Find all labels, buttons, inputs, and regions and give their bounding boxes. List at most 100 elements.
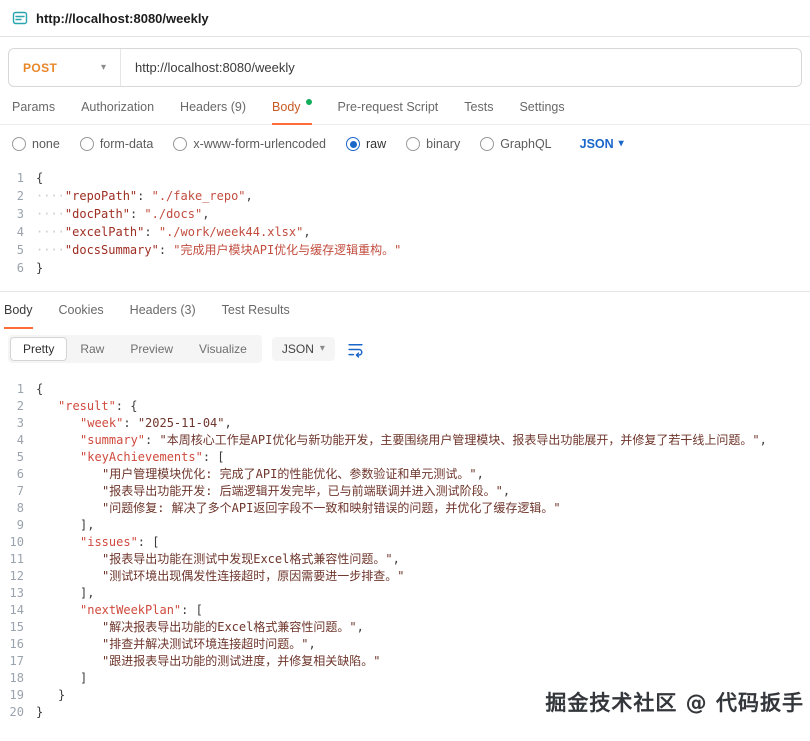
code-token: , <box>225 416 232 430</box>
response-language-selector[interactable]: JSON ▾ <box>272 337 335 361</box>
view-visualize[interactable]: Visualize <box>186 337 260 361</box>
code-token: , <box>202 207 209 221</box>
radio-label: x-www-form-urlencoded <box>193 137 326 151</box>
code-text: "解决报表导出功能的Excel格式兼容性问题。", <box>36 619 810 636</box>
view-label: Raw <box>80 342 104 356</box>
view-preview[interactable]: Preview <box>117 337 186 361</box>
code-token: "repoPath" <box>65 189 137 203</box>
tab-title[interactable]: http://localhost:8080/weekly <box>36 11 209 26</box>
code-token: "keyAchievements" <box>80 450 203 464</box>
code-token: "测试环境出现偶发性连接超时，原因需要进一步排查。" <box>102 569 404 583</box>
line-number: 8 <box>0 500 36 517</box>
code-text: "result": { <box>36 398 810 415</box>
request-tab-bar: http://localhost:8080/weekly <box>0 0 810 37</box>
line-number: 4 <box>0 223 36 241</box>
code-token: : [ <box>138 535 160 549</box>
tab-label: Headers (3) <box>130 303 196 317</box>
tab-pre-request-script[interactable]: Pre-request Script <box>338 89 439 124</box>
code-token: "完成用户模块API优化与缓存逻辑重构。" <box>173 243 401 257</box>
radio-label: binary <box>426 137 460 151</box>
tab-label: Settings <box>519 100 564 114</box>
wrap-text-button[interactable] <box>347 341 364 358</box>
radio-label: none <box>32 137 60 151</box>
line-number: 9 <box>0 517 36 534</box>
line-number: 3 <box>0 415 36 432</box>
code-line: 2"result": { <box>0 398 810 415</box>
body-mode-form-data[interactable]: form-data <box>80 137 154 151</box>
url-input[interactable]: http://localhost:8080/weekly <box>121 60 295 75</box>
code-line: 6} <box>0 259 810 277</box>
chevron-down-icon: ▾ <box>320 344 325 354</box>
radio-icon <box>173 137 187 151</box>
code-token: "issues" <box>80 535 138 549</box>
tab-headers[interactable]: Headers (9) <box>180 89 246 124</box>
code-token: "docPath" <box>65 207 130 221</box>
body-mode-graphql[interactable]: GraphQL <box>480 137 551 151</box>
code-line: 13], <box>0 585 810 602</box>
code-text: ····"repoPath": "./fake_repo", <box>36 187 810 205</box>
code-token: "summary" <box>80 433 145 447</box>
response-tab-body[interactable]: Body <box>4 292 33 328</box>
request-tabs: Params Authorization Headers (9) Body Pr… <box>0 89 810 125</box>
line-number: 7 <box>0 483 36 500</box>
code-token: : <box>145 433 159 447</box>
code-token: "./docs" <box>144 207 202 221</box>
code-token: "./fake_repo" <box>152 189 246 203</box>
code-line: 5"keyAchievements": [ <box>0 449 810 466</box>
tab-params[interactable]: Params <box>12 89 55 124</box>
line-number: 3 <box>0 205 36 223</box>
code-token: "用户管理模块优化: 完成了API的性能优化、参数验证和单元测试。" <box>102 467 477 481</box>
raw-language-selector[interactable]: JSON ▾ <box>580 137 624 151</box>
tab-authorization[interactable]: Authorization <box>81 89 154 124</box>
line-number: 11 <box>0 551 36 568</box>
request-body-editor[interactable]: 1{2····"repoPath": "./fake_repo",3····"d… <box>0 161 810 291</box>
line-number: 13 <box>0 585 36 602</box>
method-selector[interactable]: POST ▾ <box>9 49 121 86</box>
code-token: : [ <box>203 450 225 464</box>
code-token: , <box>308 637 315 651</box>
code-line: 5····"docsSummary": "完成用户模块API优化与缓存逻辑重构。… <box>0 241 810 259</box>
body-mode-binary[interactable]: binary <box>406 137 460 151</box>
response-tab-test-results[interactable]: Test Results <box>222 292 290 328</box>
code-token: "2025-11-04" <box>138 416 225 430</box>
body-mode-x-www-form-urlencoded[interactable]: x-www-form-urlencoded <box>173 137 326 151</box>
view-mode-group: Pretty Raw Preview Visualize <box>8 335 262 363</box>
view-raw[interactable]: Raw <box>67 337 117 361</box>
body-mode-raw[interactable]: raw <box>346 137 386 151</box>
line-number: 2 <box>0 187 36 205</box>
tab-settings[interactable]: Settings <box>519 89 564 124</box>
line-number: 10 <box>0 534 36 551</box>
code-line: 7"报表导出功能开发: 后端逻辑开发完毕，已与前端联调并进入测试阶段。", <box>0 483 810 500</box>
code-token: "excelPath" <box>65 225 144 239</box>
response-tabs: Body Cookies Headers (3) Test Results <box>0 292 810 328</box>
tab-body[interactable]: Body <box>272 89 312 124</box>
response-tab-headers[interactable]: Headers (3) <box>130 292 196 328</box>
code-text: "问题修复: 解决了多个API返回字段不一致和映射错误的问题，并优化了缓存逻辑。… <box>36 500 810 517</box>
code-text: "nextWeekPlan": [ <box>36 602 810 619</box>
code-line: 18] <box>0 670 810 687</box>
code-token: "跟进报表导出功能的测试进度，并修复相关缺陷。" <box>102 654 380 668</box>
line-number: 4 <box>0 432 36 449</box>
code-token: , <box>357 620 364 634</box>
code-token: "本周核心工作是API优化与新功能开发，主要围绕用户管理模块、报表导出功能展开，… <box>159 433 759 447</box>
line-number: 1 <box>0 169 36 187</box>
code-text: "报表导出功能在测试中发现Excel格式兼容性问题。", <box>36 551 810 568</box>
code-line: 2····"repoPath": "./fake_repo", <box>0 187 810 205</box>
code-token: : <box>159 243 173 257</box>
request-favicon-icon <box>12 10 28 26</box>
tab-label: Params <box>12 100 55 114</box>
body-mode-none[interactable]: none <box>12 137 60 151</box>
code-text: ····"docPath": "./docs", <box>36 205 810 223</box>
line-number: 19 <box>0 687 36 704</box>
code-text: ] <box>36 670 810 687</box>
response-tab-cookies[interactable]: Cookies <box>59 292 104 328</box>
code-token: { <box>36 382 43 396</box>
view-pretty[interactable]: Pretty <box>10 337 67 361</box>
code-token: , <box>303 225 310 239</box>
code-text: { <box>36 169 810 187</box>
code-token: ···· <box>36 225 65 239</box>
code-text: "跟进报表导出功能的测试进度，并修复相关缺陷。" <box>36 653 810 670</box>
chevron-down-icon: ▾ <box>619 139 624 149</box>
tab-tests[interactable]: Tests <box>464 89 493 124</box>
code-token: : <box>137 189 151 203</box>
